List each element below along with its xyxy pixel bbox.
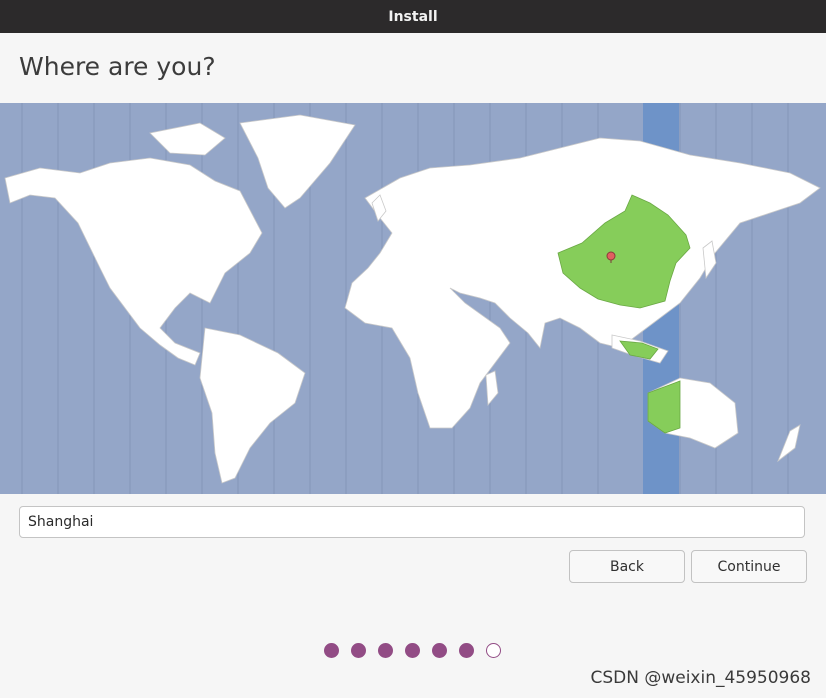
world-map-svg[interactable] xyxy=(0,103,826,494)
continents xyxy=(4,114,821,484)
back-button[interactable]: Back xyxy=(569,550,685,583)
page-title: Where are you? xyxy=(19,52,216,81)
window-title: Install xyxy=(388,8,438,25)
progress-dot xyxy=(324,643,339,658)
continue-button-label: Continue xyxy=(717,558,781,575)
progress-dot xyxy=(378,643,393,658)
progress-dot xyxy=(351,643,366,658)
madagascar-shape xyxy=(485,370,499,407)
watermark: CSDN @weixin_45950968 xyxy=(590,668,811,688)
arctic-islands-shape xyxy=(149,122,226,156)
timezone-map[interactable] xyxy=(0,103,826,494)
south-america-shape xyxy=(199,327,306,484)
back-button-label: Back xyxy=(610,558,644,575)
new-zealand-shape xyxy=(777,424,801,463)
continue-button[interactable]: Continue xyxy=(691,550,807,583)
progress-dot xyxy=(405,643,420,658)
progress-indicator xyxy=(324,643,501,658)
greenland-shape xyxy=(239,114,356,209)
progress-dot xyxy=(432,643,447,658)
window-title-bar: Install xyxy=(0,0,826,33)
location-input[interactable] xyxy=(19,506,805,538)
progress-dot xyxy=(459,643,474,658)
progress-dot xyxy=(486,643,501,658)
